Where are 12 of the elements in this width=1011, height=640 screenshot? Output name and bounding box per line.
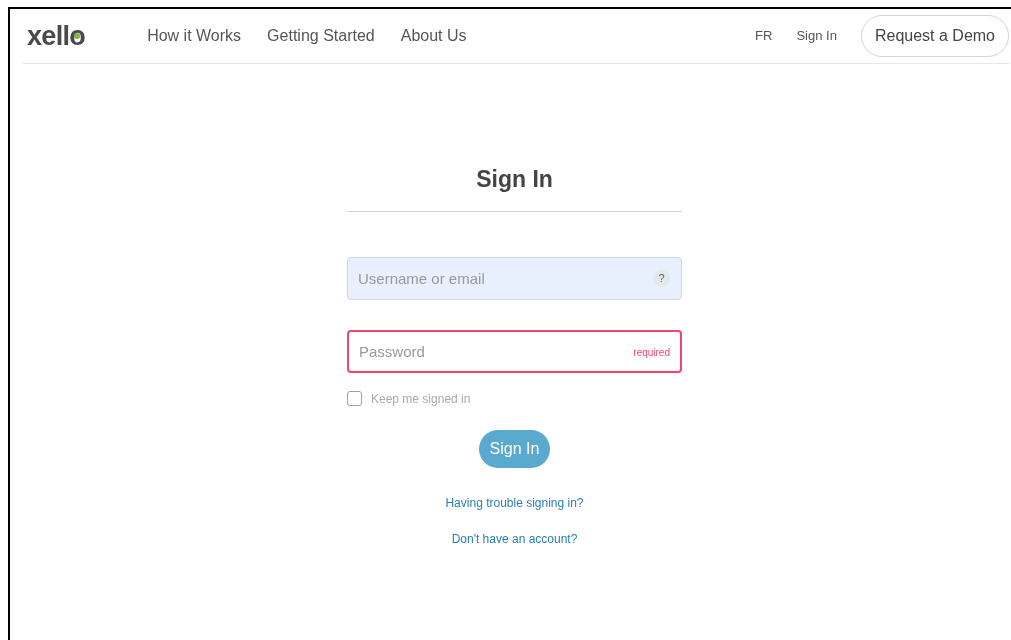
- checkbox[interactable]: [347, 391, 362, 406]
- help-link[interactable]: Having trouble signing in?: [445, 493, 584, 512]
- help-link[interactable]: Don't have an account?: [451, 529, 578, 548]
- error-text: required: [633, 345, 670, 360]
- nav-link[interactable]: How it Works: [147, 24, 242, 48]
- nav-link[interactable]: About Us: [400, 24, 467, 48]
- logo[interactable]: xello: [27, 15, 86, 57]
- checkbox-label: Keep me signed in: [371, 390, 471, 408]
- language-link[interactable]: FR: [755, 26, 773, 46]
- nav-link[interactable]: Getting Started: [267, 24, 375, 48]
- sign-in-link[interactable]: Sign In: [796, 26, 837, 46]
- page-title: Sign In: [476, 165, 553, 194]
